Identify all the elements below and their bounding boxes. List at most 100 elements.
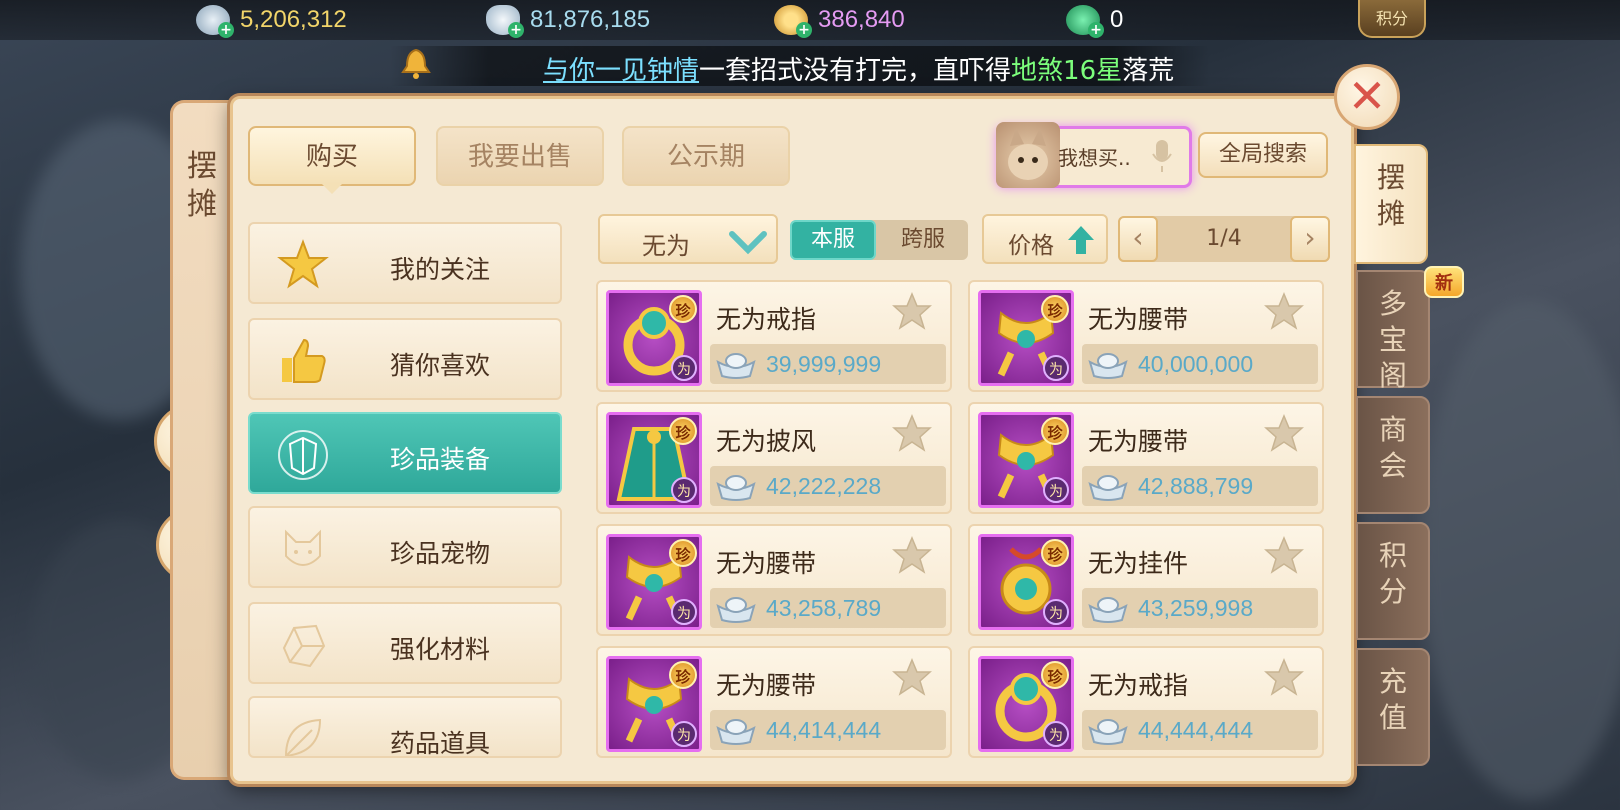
item-icon: 珍为: [606, 290, 702, 386]
price-box: 44,444,444: [1082, 710, 1318, 750]
currency-silver-ingot[interactable]: + 81,876,185: [486, 4, 651, 38]
currency-silver-coin[interactable]: + 5,206,312: [196, 4, 347, 38]
mic-icon[interactable]: [1150, 138, 1174, 174]
side-tab-label: 充值: [1378, 665, 1407, 734]
character-avatar-icon: [1008, 128, 1048, 180]
rare-badge: 珍: [1041, 417, 1069, 445]
favorite-star-icon[interactable]: [892, 292, 932, 330]
server-local-option[interactable]: 本服: [790, 220, 876, 260]
side-tab-recharge[interactable]: 充值: [1356, 648, 1430, 766]
tab-indicator: [322, 184, 342, 194]
school-badge: 为: [671, 355, 697, 381]
copper-coin-icon: +: [774, 5, 812, 38]
item-card[interactable]: 珍为无为挂件 43,259,998: [968, 524, 1324, 636]
avatar: [996, 122, 1060, 188]
item-price: 43,259,998: [1138, 595, 1254, 621]
school-badge: 为: [1043, 477, 1069, 503]
school-filter-value: 无为: [642, 232, 690, 260]
item-card[interactable]: 珍为无为披风 42,222,228: [596, 402, 952, 514]
category-label: 猜你喜欢: [390, 351, 491, 380]
category-item[interactable]: 药品道具: [248, 696, 562, 758]
chevron-down-icon: [729, 231, 767, 255]
school-badge: 为: [1043, 721, 1069, 747]
side-tab-stall[interactable]: 摆摊: [1354, 144, 1428, 264]
tab-buy[interactable]: 购买: [248, 126, 416, 186]
favorite-star-icon[interactable]: [1264, 414, 1304, 452]
item-card[interactable]: 珍为无为腰带 42,888,799: [968, 402, 1324, 514]
rare-badge: 珍: [1041, 295, 1069, 323]
side-tab-points[interactable]: 积分: [1356, 522, 1430, 640]
broadcast-text: 与你一见钟情一套招式没有打完，直吓得地煞16星落荒: [543, 50, 1174, 87]
tab-sell[interactable]: 我要出售: [436, 126, 604, 186]
thumbs-up-icon: [282, 338, 326, 383]
price-sort-label: 价格: [1008, 233, 1054, 259]
price-box: 39,999,999: [710, 344, 946, 384]
global-search-button[interactable]: 全局搜索: [1198, 132, 1328, 178]
item-price: 44,444,444: [1138, 717, 1254, 743]
silver-ingot-icon: [716, 719, 756, 745]
item-price: 44,414,444: [766, 717, 882, 743]
item-card[interactable]: 珍为无为戒指 39,999,999: [596, 280, 952, 392]
school-badge: 为: [1043, 355, 1069, 381]
category-item[interactable]: 我的关注: [248, 222, 562, 304]
currency-jade[interactable]: + 0: [1066, 4, 1123, 38]
school-filter-dropdown[interactable]: 无为: [598, 214, 778, 264]
ore-icon: [282, 624, 326, 668]
plus-icon: +: [218, 22, 234, 38]
side-tab-label: 积分: [1378, 539, 1407, 608]
rare-badge: 珍: [1041, 661, 1069, 689]
rare-badge: 珍: [1041, 539, 1069, 567]
broadcast-highlight: 地煞16星: [1011, 56, 1123, 86]
panel-title: 摆摊: [187, 149, 217, 222]
item-card[interactable]: 珍为无为腰带 40,000,000: [968, 280, 1324, 392]
category-label: 强化材料: [390, 635, 491, 664]
tab-public[interactable]: 公示期: [622, 126, 790, 186]
jade-icon: +: [1066, 5, 1104, 38]
item-icon: 珍为: [978, 412, 1074, 508]
favorite-star-icon[interactable]: [1264, 536, 1304, 574]
background-scenery: [1420, 300, 1620, 800]
school-badge: 为: [671, 599, 697, 625]
broadcast-player-link[interactable]: 与你一见钟情: [543, 56, 699, 86]
close-button[interactable]: ✕: [1334, 64, 1400, 130]
category-label: 药品道具: [390, 729, 491, 758]
broadcast-segment: 一套招式没有打完，直吓得: [699, 56, 1012, 86]
server-cross-option[interactable]: 跨服: [880, 220, 966, 260]
side-tab-label: 多宝阁: [1378, 287, 1407, 392]
category-item[interactable]: 珍品装备: [248, 412, 562, 494]
rare-badge: 珍: [669, 417, 697, 445]
item-price: 42,222,228: [766, 473, 882, 499]
side-tab-guild[interactable]: 商会: [1356, 396, 1430, 514]
prev-page-button[interactable]: ‹: [1118, 216, 1158, 262]
favorite-star-icon[interactable]: [892, 414, 932, 452]
item-card[interactable]: 珍为无为腰带 43,258,789: [596, 524, 952, 636]
favorite-star-icon[interactable]: [1264, 292, 1304, 330]
item-name: 无为戒指: [716, 305, 817, 334]
school-badge: 为: [671, 477, 697, 503]
silver-ingot-icon: [1088, 719, 1128, 745]
category-item[interactable]: 强化材料: [248, 602, 562, 684]
silver-coin-icon: +: [196, 5, 234, 38]
favorite-star-icon[interactable]: [892, 536, 932, 574]
item-name: 无为腰带: [716, 671, 817, 700]
star-icon: [277, 239, 329, 289]
category-item[interactable]: 珍品宠物: [248, 506, 562, 588]
price-box: 43,258,789: [710, 588, 946, 628]
favorite-star-icon[interactable]: [1264, 658, 1304, 696]
favorite-star-icon[interactable]: [892, 658, 932, 696]
item-name: 无为腰带: [1088, 427, 1189, 456]
item-icon: 珍为: [606, 656, 702, 752]
currency-value: 81,876,185: [530, 6, 651, 33]
next-page-button[interactable]: ›: [1290, 216, 1330, 262]
item-card[interactable]: 珍为无为腰带 44,414,444: [596, 646, 952, 758]
armor-icon: [278, 430, 328, 480]
item-card[interactable]: 珍为无为戒指 44,444,444: [968, 646, 1324, 758]
score-badge[interactable]: 积分: [1358, 0, 1426, 38]
item-name: 无为戒指: [1088, 671, 1189, 700]
price-sort-button[interactable]: 价格: [982, 214, 1108, 264]
category-item[interactable]: 猜你喜欢: [248, 318, 562, 400]
item-price: 39,999,999: [766, 351, 882, 377]
side-tab-treasure[interactable]: 多宝阁: [1356, 270, 1430, 392]
currency-copper-coin[interactable]: + 386,840: [774, 4, 905, 38]
item-price: 42,888,799: [1138, 473, 1254, 499]
